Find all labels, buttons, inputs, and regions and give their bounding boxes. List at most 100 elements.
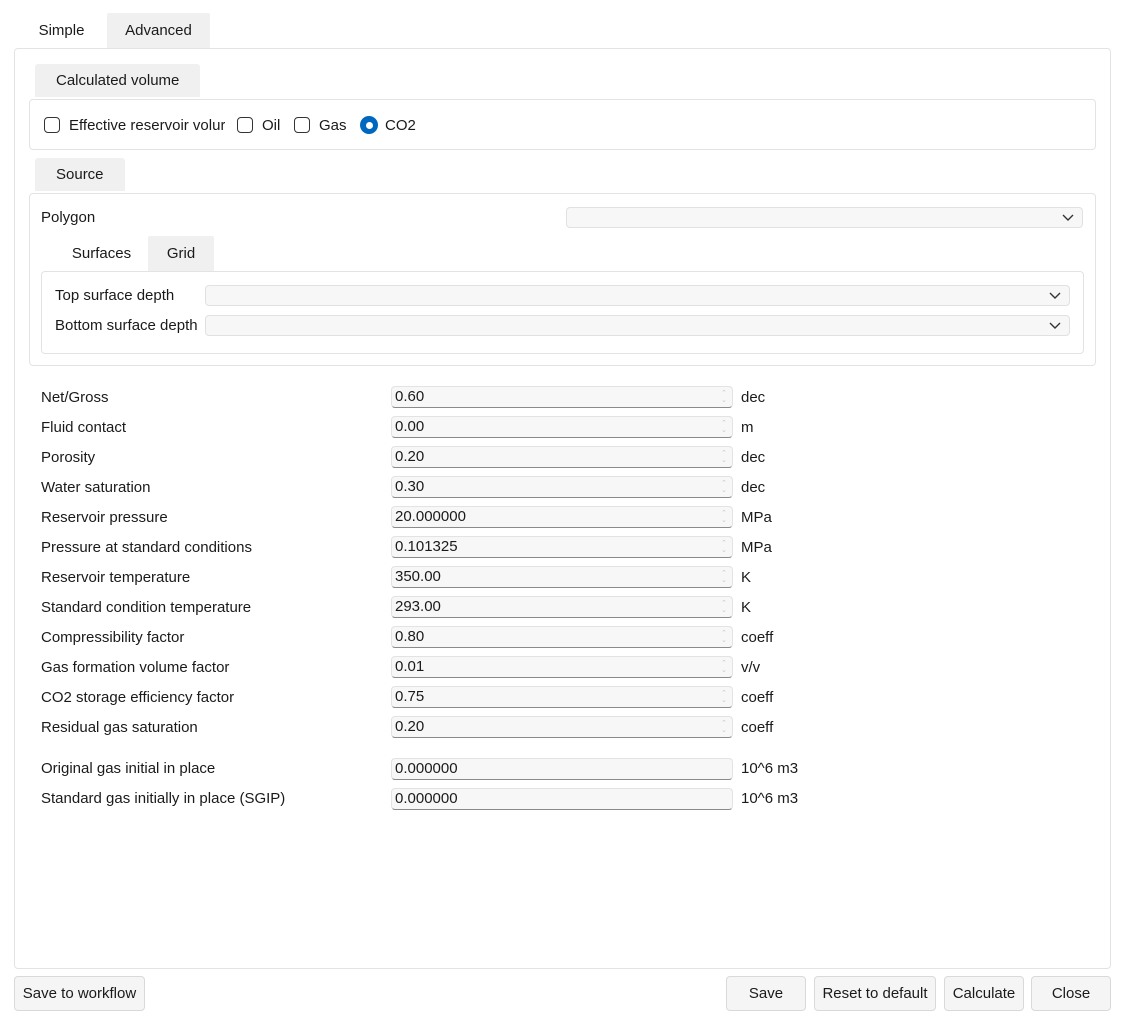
spinner-icon[interactable]: ⌃ ⌄ (721, 630, 727, 644)
result-unit: 10^6 m3 (741, 760, 799, 777)
param-unit: dec (741, 449, 766, 466)
spinner-icon[interactable]: ⌃ ⌄ (721, 420, 727, 434)
checkbox-icon[interactable] (294, 117, 310, 133)
param-unit: coeff (741, 689, 774, 706)
calculated-volume-header: Calculated volume (35, 64, 201, 97)
checkbox-icon[interactable] (44, 117, 60, 133)
param-value: 350.00 (395, 568, 441, 585)
bottom-surface-depth-label: Bottom surface depth (55, 317, 198, 334)
spinner-icon[interactable]: ⌃ ⌄ (721, 450, 727, 464)
param-value: 0.60 (395, 388, 425, 405)
param-value: 0.20 (395, 448, 425, 465)
tab-advanced[interactable]: Advanced (107, 13, 210, 48)
param-unit: dec (741, 389, 766, 406)
top-surface-depth-label: Top surface depth (55, 287, 175, 304)
spinner-icon[interactable]: ⌃ ⌄ (721, 660, 727, 674)
option-label: CO2 (385, 116, 416, 134)
param-unit: m (741, 419, 754, 436)
result-value: 0.000000 (395, 760, 458, 777)
param-unit: K (741, 599, 752, 616)
param-input[interactable]: 0.20 ⌃ ⌄ (391, 446, 733, 468)
param-input[interactable]: 0.101325 ⌃ ⌄ (391, 536, 733, 558)
result-unit: 10^6 m3 (741, 790, 799, 807)
param-label: Reservoir pressure (41, 509, 168, 526)
param-value: 20.000000 (395, 508, 466, 525)
save-button[interactable]: Save (726, 976, 806, 1011)
param-label: Water saturation (41, 479, 151, 496)
option-label: Oil (262, 116, 281, 134)
param-value: 293.00 (395, 598, 441, 615)
calculate-button[interactable]: Calculate (944, 976, 1024, 1011)
param-value: 0.00 (395, 418, 425, 435)
param-label: Porosity (41, 449, 96, 466)
top-surface-depth-dropdown[interactable] (205, 285, 1070, 306)
param-input[interactable]: 0.30 ⌃ ⌄ (391, 476, 733, 498)
param-input[interactable]: 0.60 ⌃ ⌄ (391, 386, 733, 408)
result-field[interactable]: 0.000000 (391, 758, 733, 780)
spinner-icon[interactable]: ⌃ ⌄ (721, 720, 727, 734)
bottom-surface-depth-dropdown[interactable] (205, 315, 1070, 336)
param-label: CO2 storage efficiency factor (41, 689, 235, 706)
tab-surfaces[interactable]: Surfaces (55, 236, 148, 271)
chevron-down-icon (1062, 214, 1074, 221)
param-value: 0.80 (395, 628, 425, 645)
tab-grid[interactable]: Grid (148, 236, 214, 271)
param-input[interactable]: 20.000000 ⌃ ⌄ (391, 506, 733, 528)
param-input[interactable]: 350.00 ⌃ ⌄ (391, 566, 733, 588)
option-oil[interactable]: Oil (237, 114, 280, 136)
param-unit: K (741, 569, 752, 586)
param-unit: MPa (741, 539, 772, 556)
spinner-icon[interactable]: ⌃ ⌄ (721, 690, 727, 704)
result-value: 0.000000 (395, 790, 458, 807)
param-value: 0.30 (395, 478, 425, 495)
param-label: Gas formation volume factor (41, 659, 230, 676)
option-label: Effective reservoir volur (69, 116, 225, 134)
option-gas[interactable]: Gas (294, 114, 347, 136)
param-label: Reservoir temperature (41, 569, 191, 586)
param-unit: coeff (741, 629, 774, 646)
spinner-icon[interactable]: ⌃ ⌄ (721, 480, 727, 494)
surfaces-panel (41, 271, 1084, 354)
option-label: Gas (319, 116, 347, 134)
polygon-label: Polygon (41, 209, 96, 226)
spinner-icon[interactable]: ⌃ ⌄ (721, 540, 727, 554)
param-label: Standard condition temperature (41, 599, 252, 616)
param-input[interactable]: 0.80 ⌃ ⌄ (391, 626, 733, 648)
chevron-down-icon (1049, 292, 1061, 299)
param-unit: coeff (741, 719, 774, 736)
spinner-icon[interactable]: ⌃ ⌄ (721, 390, 727, 404)
spinner-icon[interactable]: ⌃ ⌄ (721, 570, 727, 584)
reset-to-default-button[interactable]: Reset to default (814, 976, 936, 1011)
close-button[interactable]: Close (1031, 976, 1111, 1011)
result-field[interactable]: 0.000000 (391, 788, 733, 810)
param-value: 0.01 (395, 658, 425, 675)
param-unit: v/v (741, 659, 761, 676)
param-label: Pressure at standard conditions (41, 539, 252, 556)
spinner-icon[interactable]: ⌃ ⌄ (721, 600, 727, 614)
param-label: Fluid contact (41, 419, 127, 436)
result-label: Standard gas initially in place (SGIP) (41, 790, 286, 807)
param-value: 0.75 (395, 688, 425, 705)
param-input[interactable]: 0.75 ⌃ ⌄ (391, 686, 733, 708)
param-input[interactable]: 0.20 ⌃ ⌄ (391, 716, 733, 738)
tab-simple[interactable]: Simple (16, 13, 107, 48)
param-label: Net/Gross (41, 389, 109, 406)
param-value: 0.101325 (395, 538, 458, 555)
param-value: 0.20 (395, 718, 425, 735)
param-label: Residual gas saturation (41, 719, 198, 736)
option-effective-reservoir-volume[interactable]: Effective reservoir volur (44, 114, 225, 136)
param-unit: dec (741, 479, 766, 496)
radio-selected-icon[interactable] (360, 116, 378, 134)
option-co2[interactable]: CO2 (360, 114, 416, 136)
param-label: Compressibility factor (41, 629, 185, 646)
param-input[interactable]: 0.01 ⌃ ⌄ (391, 656, 733, 678)
polygon-dropdown[interactable] (566, 207, 1083, 228)
param-input[interactable]: 0.00 ⌃ ⌄ (391, 416, 733, 438)
chevron-down-icon (1049, 322, 1061, 329)
spinner-icon[interactable]: ⌃ ⌄ (721, 510, 727, 524)
checkbox-icon[interactable] (237, 117, 253, 133)
source-header: Source (35, 158, 125, 191)
param-input[interactable]: 293.00 ⌃ ⌄ (391, 596, 733, 618)
save-to-workflow-button[interactable]: Save to workflow (14, 976, 145, 1011)
result-label: Original gas initial in place (41, 760, 216, 777)
